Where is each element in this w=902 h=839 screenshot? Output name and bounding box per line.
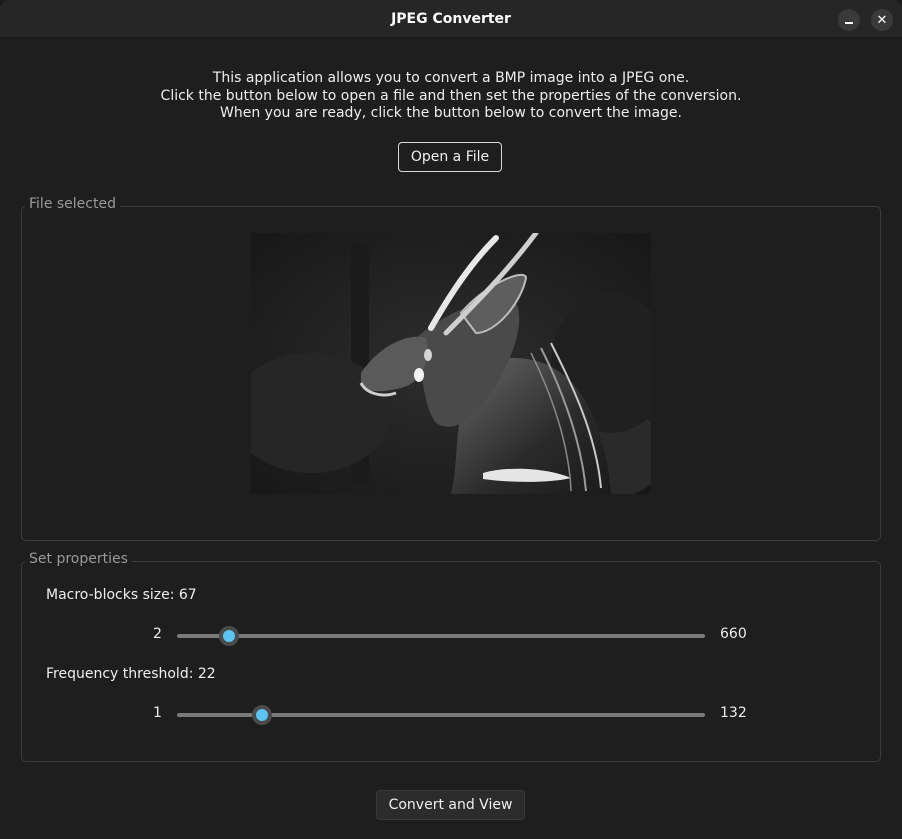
window-title: JPEG Converter	[391, 11, 511, 27]
title-bar[interactable]: JPEG Converter ✕	[0, 0, 902, 38]
minimize-button[interactable]	[838, 9, 860, 31]
frequency-slider-handle[interactable]	[251, 705, 272, 725]
app-window: JPEG Converter ✕ This application allows…	[0, 0, 902, 839]
close-icon: ✕	[876, 12, 888, 28]
intro-line-3: When you are ready, click the button bel…	[220, 105, 682, 121]
macro-blocks-max: 660	[720, 626, 747, 642]
minimize-icon	[845, 17, 853, 24]
antelope-photo	[251, 233, 651, 494]
frequency-threshold-label: Frequency threshold: 22	[46, 666, 216, 682]
intro-line-1: This application allows you to convert a…	[212, 70, 690, 86]
set-properties-label: Set properties	[25, 551, 132, 567]
file-selected-label: File selected	[25, 196, 120, 212]
open-file-button[interactable]: Open a File	[398, 142, 502, 172]
image-preview	[251, 233, 651, 494]
intro-line-2: Click the button below to open a file an…	[160, 87, 742, 104]
macro-blocks-label: Macro-blocks size: 67	[46, 587, 197, 603]
convert-and-view-button[interactable]: Convert and View	[376, 790, 525, 820]
frequency-max: 132	[720, 705, 747, 721]
frequency-min: 1	[153, 705, 162, 721]
intro-text: This application allows you to convert a…	[0, 70, 902, 123]
macro-blocks-slider[interactable]	[177, 634, 705, 638]
close-button[interactable]: ✕	[871, 9, 893, 31]
macro-blocks-min: 2	[153, 626, 162, 642]
